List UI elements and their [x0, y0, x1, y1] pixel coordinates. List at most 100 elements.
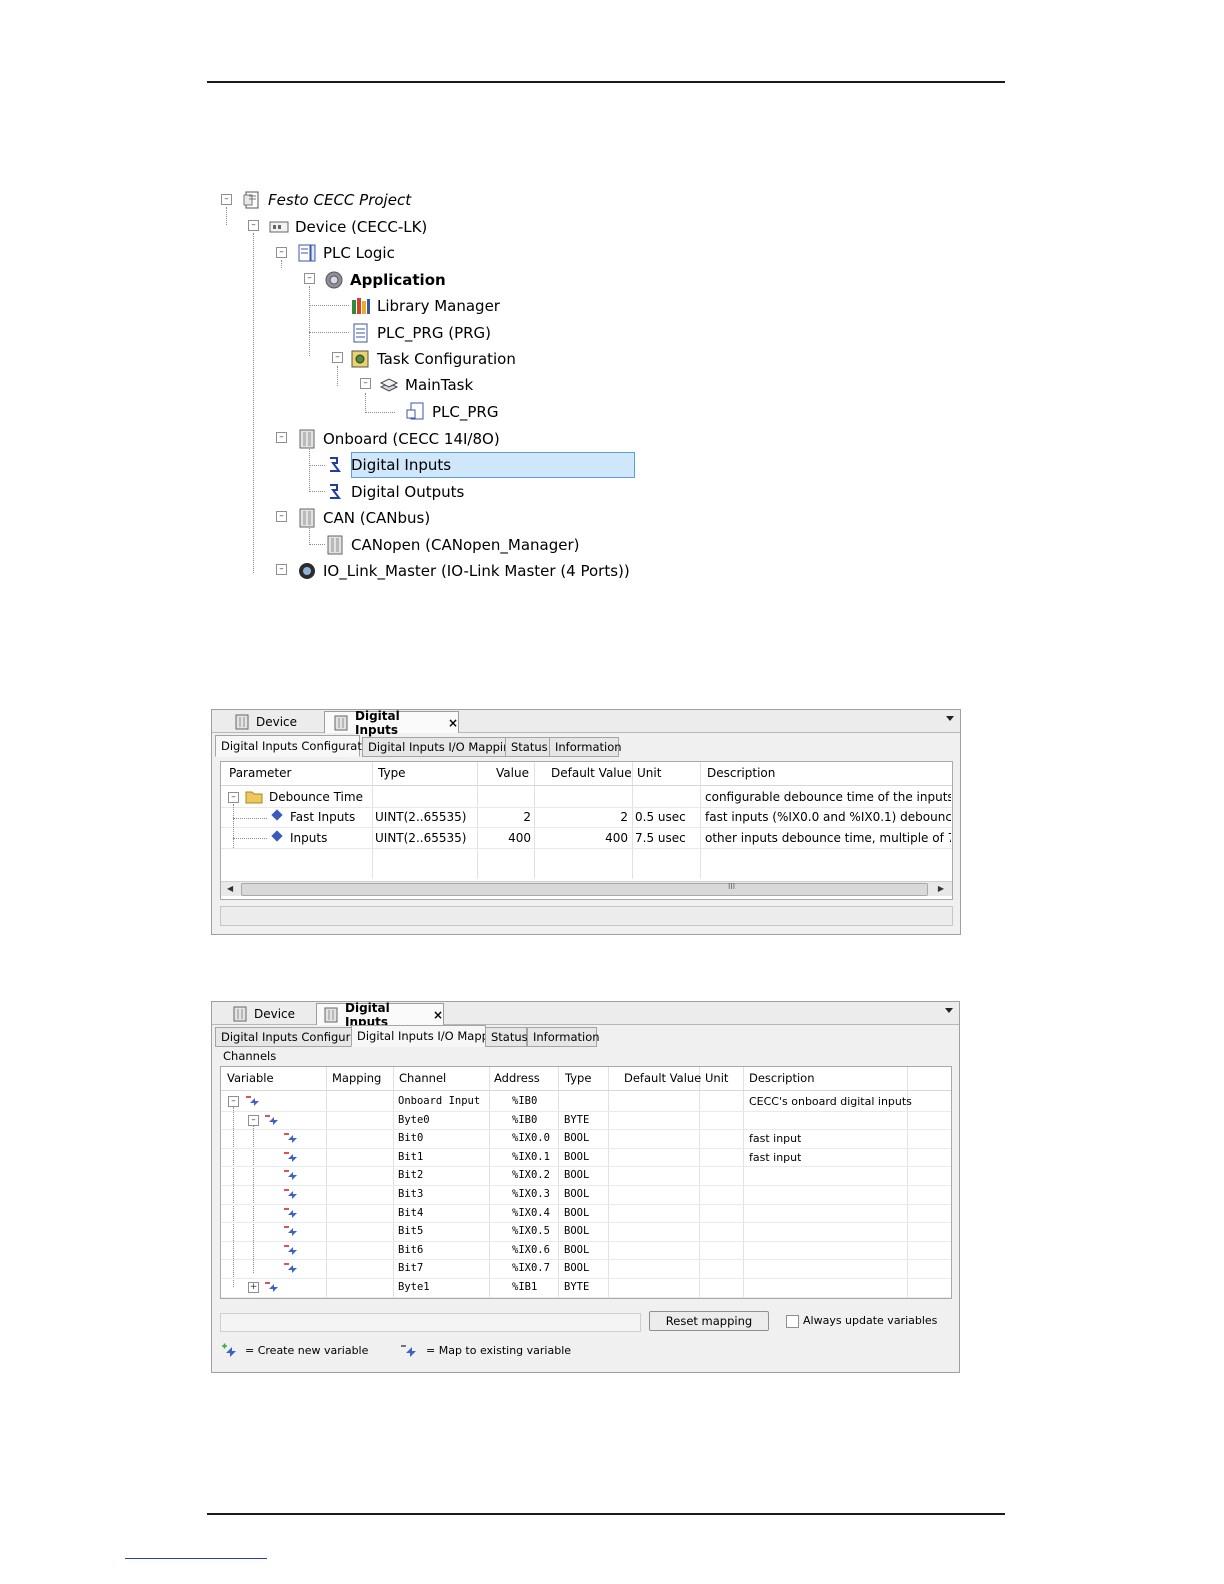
- column-header[interactable]: Parameter: [229, 762, 291, 784]
- tab-status[interactable]: Status: [505, 737, 550, 757]
- chevron-down-icon[interactable]: [946, 716, 954, 721]
- column-header[interactable]: Unit: [637, 762, 661, 784]
- chevron-down-icon[interactable]: [945, 1008, 953, 1013]
- document-tabs: Device Digital Inputs ×: [212, 1001, 959, 1029]
- scroll-left-icon[interactable]: ◀: [227, 884, 233, 893]
- table-row[interactable]: Bit3 %IX0.3 BOOL: [221, 1185, 951, 1205]
- footnote-rule: [125, 1558, 267, 1559]
- column-header[interactable]: Value: [496, 762, 529, 784]
- tree-node-label: IO_Link_Master (IO-Link Master (4 Ports)…: [323, 562, 630, 580]
- address-cell: %IX0.1: [512, 1150, 550, 1163]
- create-variable-icon: [220, 1343, 238, 1359]
- type-cell: BYTE: [564, 1113, 590, 1126]
- close-icon[interactable]: ×: [433, 1008, 443, 1022]
- variable-icon: [284, 1189, 297, 1199]
- doc-tab-digital-inputs[interactable]: Digital Inputs ×: [324, 709, 459, 737]
- column-header[interactable]: Description: [749, 1067, 815, 1089]
- device-icon: [269, 217, 289, 237]
- description-cell: fast inputs (%IX0.0 and %IX0.1) debounce…: [705, 810, 951, 824]
- collapse-toggle[interactable]: –: [228, 1096, 239, 1107]
- collapse-toggle[interactable]: –: [332, 352, 343, 363]
- module-icon: [297, 429, 317, 449]
- collapse-toggle[interactable]: –: [221, 194, 232, 205]
- table-row[interactable]: Bit1 %IX0.1 BOOL fast input: [221, 1148, 951, 1168]
- filter-box[interactable]: [220, 1313, 641, 1332]
- tab-information[interactable]: Information: [527, 1027, 600, 1047]
- table-row[interactable]: – Onboard Input %IB0 CECC's onboard digital…: [221, 1092, 951, 1112]
- table-row[interactable]: Bit2 %IX0.2 BOOL: [221, 1166, 951, 1186]
- tab-io-mapping[interactable]: Digital Inputs I/O Mapping: [351, 1025, 507, 1047]
- table-row[interactable]: – Byte0 %IB0 BYTE: [221, 1111, 951, 1131]
- variable-icon: [284, 1170, 297, 1181]
- default-value-cell: 2: [620, 810, 628, 824]
- tree-node-project[interactable]: Festo CECC Project: [242, 188, 411, 212]
- program-icon: [351, 323, 371, 343]
- tree-node-task-configuration[interactable]: Task Configuration: [351, 347, 516, 371]
- doc-tab-device[interactable]: Device: [224, 1003, 314, 1024]
- tab-configuration[interactable]: Digital Inputs Configuration: [215, 1027, 379, 1047]
- tree-node-plc-prg-prg[interactable]: PLC_PRG (PRG): [351, 321, 491, 345]
- tree-node-label: Digital Inputs: [351, 456, 452, 474]
- tree-node-plc-logic[interactable]: PLC Logic: [297, 241, 395, 265]
- reset-mapping-button[interactable]: Reset mapping: [649, 1311, 769, 1331]
- collapse-toggle[interactable]: –: [248, 1114, 259, 1126]
- type-cell: BYTE: [564, 1281, 590, 1293]
- table-row[interactable]: Bit7 %IX0.7 BOOL: [221, 1259, 951, 1279]
- table-row[interactable]: Bit0 %IX0.0 BOOL fast input: [221, 1129, 951, 1149]
- table-row[interactable]: Bit5 %IX0.5 BOOL: [221, 1222, 951, 1242]
- always-update-checkbox[interactable]: [786, 1315, 799, 1328]
- scrollbar-thumb[interactable]: III: [241, 882, 928, 896]
- collapse-toggle[interactable]: –: [248, 220, 259, 231]
- column-header[interactable]: Default Value: [624, 1067, 701, 1089]
- tree-node-digital-inputs[interactable]: Digital Inputs: [325, 453, 451, 477]
- table-row[interactable]: Bit4 %IX0.4 BOOL: [221, 1204, 951, 1224]
- collapse-toggle[interactable]: –: [304, 273, 315, 284]
- tree-node-label: Task Configuration: [377, 350, 516, 368]
- tree-node-io-link-master[interactable]: IO_Link_Master (IO-Link Master (4 Ports)…: [297, 559, 630, 583]
- column-header[interactable]: Mapping: [332, 1067, 381, 1089]
- expand-toggle[interactable]: +: [248, 1282, 259, 1293]
- tree-node-plc-prg[interactable]: PLC_PRG: [406, 400, 498, 424]
- doc-tab-digital-inputs[interactable]: Digital Inputs ×: [316, 1001, 444, 1029]
- collapse-toggle[interactable]: –: [276, 511, 287, 522]
- type-cell: BOOL: [564, 1150, 590, 1163]
- column-header[interactable]: Type: [565, 1067, 591, 1089]
- tree-node-application[interactable]: Application: [324, 268, 446, 292]
- section-label: Channels: [223, 1049, 277, 1063]
- scroll-right-icon[interactable]: ▶: [938, 884, 944, 893]
- doc-tab-device[interactable]: Device: [226, 711, 316, 732]
- column-header[interactable]: Address: [494, 1067, 540, 1089]
- tree-node-maintask[interactable]: MainTask: [379, 373, 473, 397]
- close-icon[interactable]: ×: [448, 716, 458, 730]
- tab-configuration[interactable]: Digital Inputs Configuration: [215, 735, 379, 757]
- tree-node-library-manager[interactable]: Library Manager: [351, 294, 500, 318]
- column-header[interactable]: Type: [378, 762, 406, 784]
- top-rule: [207, 81, 1005, 83]
- tree-node-device[interactable]: Device (CECC-LK): [269, 215, 427, 239]
- tree-node-digital-outputs[interactable]: Digital Outputs: [325, 480, 464, 504]
- address-cell: %IX0.4: [512, 1206, 550, 1219]
- value-cell[interactable]: 400: [479, 831, 531, 845]
- column-header[interactable]: Variable: [227, 1067, 274, 1089]
- table-row[interactable]: + Byte1 %IB1 BYTE: [221, 1278, 951, 1298]
- value-cell[interactable]: 2: [479, 810, 531, 824]
- tree-node-can[interactable]: CAN (CANbus): [297, 506, 430, 530]
- column-header[interactable]: Default Value: [551, 762, 632, 784]
- collapse-toggle[interactable]: –: [276, 432, 287, 443]
- collapse-toggle[interactable]: –: [228, 792, 239, 803]
- tab-information[interactable]: Information: [549, 737, 622, 757]
- collapse-toggle[interactable]: –: [276, 247, 287, 258]
- tab-status[interactable]: Status: [485, 1027, 528, 1047]
- column-header[interactable]: Description: [707, 762, 775, 784]
- tree-node-onboard[interactable]: Onboard (CECC 14I/8O): [297, 427, 500, 451]
- horizontal-scrollbar[interactable]: ◀ III ▶: [221, 881, 952, 896]
- collapse-toggle[interactable]: –: [276, 564, 287, 575]
- channel-cell: Bit2: [398, 1169, 424, 1182]
- column-header[interactable]: Channel: [399, 1067, 446, 1089]
- collapse-toggle[interactable]: –: [360, 378, 371, 389]
- tree-node-canopen[interactable]: CANopen (CANopen_Manager): [325, 533, 580, 557]
- column-header[interactable]: Unit: [705, 1067, 728, 1089]
- tab-io-mapping[interactable]: Digital Inputs I/O Mapping: [362, 737, 518, 757]
- table-row[interactable]: Bit6 %IX0.6 BOOL: [221, 1241, 951, 1261]
- variable-icon: [284, 1151, 297, 1162]
